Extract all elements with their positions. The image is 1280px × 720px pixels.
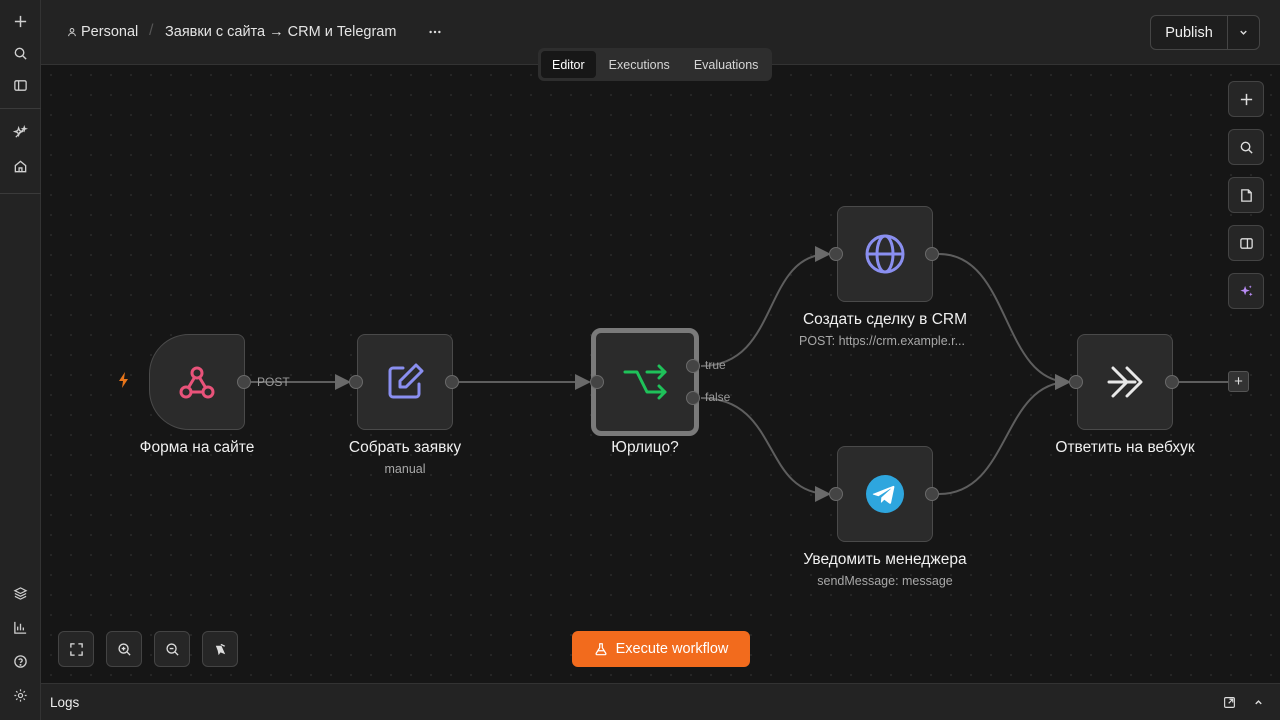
edge-label-false: false [705, 390, 731, 404]
node-subtitle-http: POST: https://crm.example.r... [798, 334, 966, 348]
breadcrumb-separator: / [149, 22, 154, 39]
node-if[interactable] [591, 328, 699, 436]
node-webhook[interactable] [149, 334, 245, 430]
add-node-icon[interactable] [1228, 81, 1264, 117]
logs-title: Logs [50, 695, 80, 710]
sparkle-tools-icon[interactable] [8, 120, 33, 145]
zoom-out-icon[interactable] [154, 631, 190, 667]
edge-label-true: true [705, 358, 726, 372]
rail-divider [0, 193, 41, 194]
output-port[interactable] [925, 487, 939, 501]
output-port[interactable] [445, 375, 459, 389]
output-port[interactable] [925, 247, 939, 261]
node-http-request[interactable] [837, 206, 933, 302]
left-sidebar [0, 0, 41, 720]
workflow-name[interactable]: Заявки с сайта → CRM и Telegram [165, 24, 396, 40]
home-icon[interactable] [8, 154, 33, 179]
connection-if-true-http[interactable] [700, 246, 831, 367]
node-respond-webhook[interactable] [1077, 334, 1173, 430]
connection-telegram-respond[interactable] [938, 374, 1071, 495]
input-port[interactable] [590, 375, 604, 389]
globe-icon [865, 234, 905, 274]
view-tabs: Editor Executions Evaluations [538, 48, 773, 81]
node-title-webhook: Форма на сайте [139, 439, 255, 456]
pop-out-icon[interactable] [1220, 693, 1238, 711]
output-port-false[interactable] [686, 391, 700, 405]
sticky-note-icon[interactable] [1228, 177, 1264, 213]
branch-icon [623, 364, 667, 400]
project-name: Personal [81, 24, 139, 40]
node-subtitle-set: manual [384, 462, 426, 476]
side-panel-icon[interactable] [1228, 225, 1264, 261]
settings-gear-icon[interactable] [8, 683, 33, 708]
node-telegram[interactable] [837, 446, 933, 542]
node-subtitle-telegram: sendMessage: message [817, 574, 953, 588]
zoom-in-icon[interactable] [106, 631, 142, 667]
edge-label-post: POST [257, 375, 290, 389]
top-header: Personal / Заявки с сайта → CRM и Telegr… [41, 0, 1280, 81]
execute-workflow-button[interactable]: Execute workflow [572, 631, 750, 667]
node-title-http: Создать сделку в CRM [802, 311, 968, 328]
node-title-set: Собрать заявку [348, 439, 462, 456]
tab-evaluations[interactable]: Evaluations [683, 51, 770, 78]
tidy-up-broom-icon[interactable] [202, 631, 238, 667]
input-port[interactable] [829, 247, 843, 261]
telegram-icon [866, 475, 904, 513]
output-port-true[interactable] [686, 359, 700, 373]
breadcrumb-project[interactable]: Personal [67, 24, 138, 40]
execute-workflow-label: Execute workflow [615, 641, 729, 657]
output-port[interactable] [1165, 375, 1179, 389]
tab-executions[interactable]: Executions [598, 51, 681, 78]
ai-sparkle-icon[interactable] [1228, 273, 1264, 309]
add-node-plus-icon[interactable]: + [1228, 371, 1249, 392]
double-arrow-icon [1107, 366, 1143, 398]
input-port[interactable] [1069, 375, 1083, 389]
panel-toggle-icon[interactable] [8, 73, 33, 98]
search-nodes-icon[interactable] [1228, 129, 1264, 165]
input-port[interactable] [829, 487, 843, 501]
output-port[interactable] [237, 375, 251, 389]
flask-icon [595, 643, 607, 656]
help-icon[interactable] [8, 649, 33, 674]
pencil-square-icon [388, 363, 424, 399]
node-title-telegram: Уведомить менеджера [803, 551, 967, 568]
chevron-up-icon[interactable] [1249, 693, 1267, 711]
trigger-bolt-icon [119, 372, 128, 388]
chevron-down-icon[interactable] [1228, 16, 1259, 49]
templates-icon[interactable] [8, 581, 33, 606]
node-set[interactable] [357, 334, 453, 430]
insights-chart-icon[interactable] [8, 615, 33, 640]
more-options-icon[interactable] [425, 22, 445, 42]
node-title-if: Юрлицо? [611, 439, 679, 456]
node-title-respond: Ответить на вебхук [1055, 439, 1195, 456]
rail-divider [0, 108, 41, 109]
fit-view-icon[interactable] [58, 631, 94, 667]
tab-editor[interactable]: Editor [541, 51, 596, 78]
logs-panel[interactable]: Logs [41, 683, 1280, 720]
input-port[interactable] [349, 375, 363, 389]
publish-button-group: Publish [1150, 15, 1260, 50]
webhook-icon [179, 366, 215, 399]
workflow-canvas[interactable]: POST Форма на сайте Собрать заявку manua… [41, 65, 1280, 683]
add-icon[interactable] [8, 9, 33, 34]
connection-if-false-telegram[interactable] [700, 397, 831, 502]
publish-button[interactable]: Publish [1151, 16, 1228, 49]
search-icon[interactable] [8, 41, 33, 66]
user-icon [68, 27, 76, 37]
